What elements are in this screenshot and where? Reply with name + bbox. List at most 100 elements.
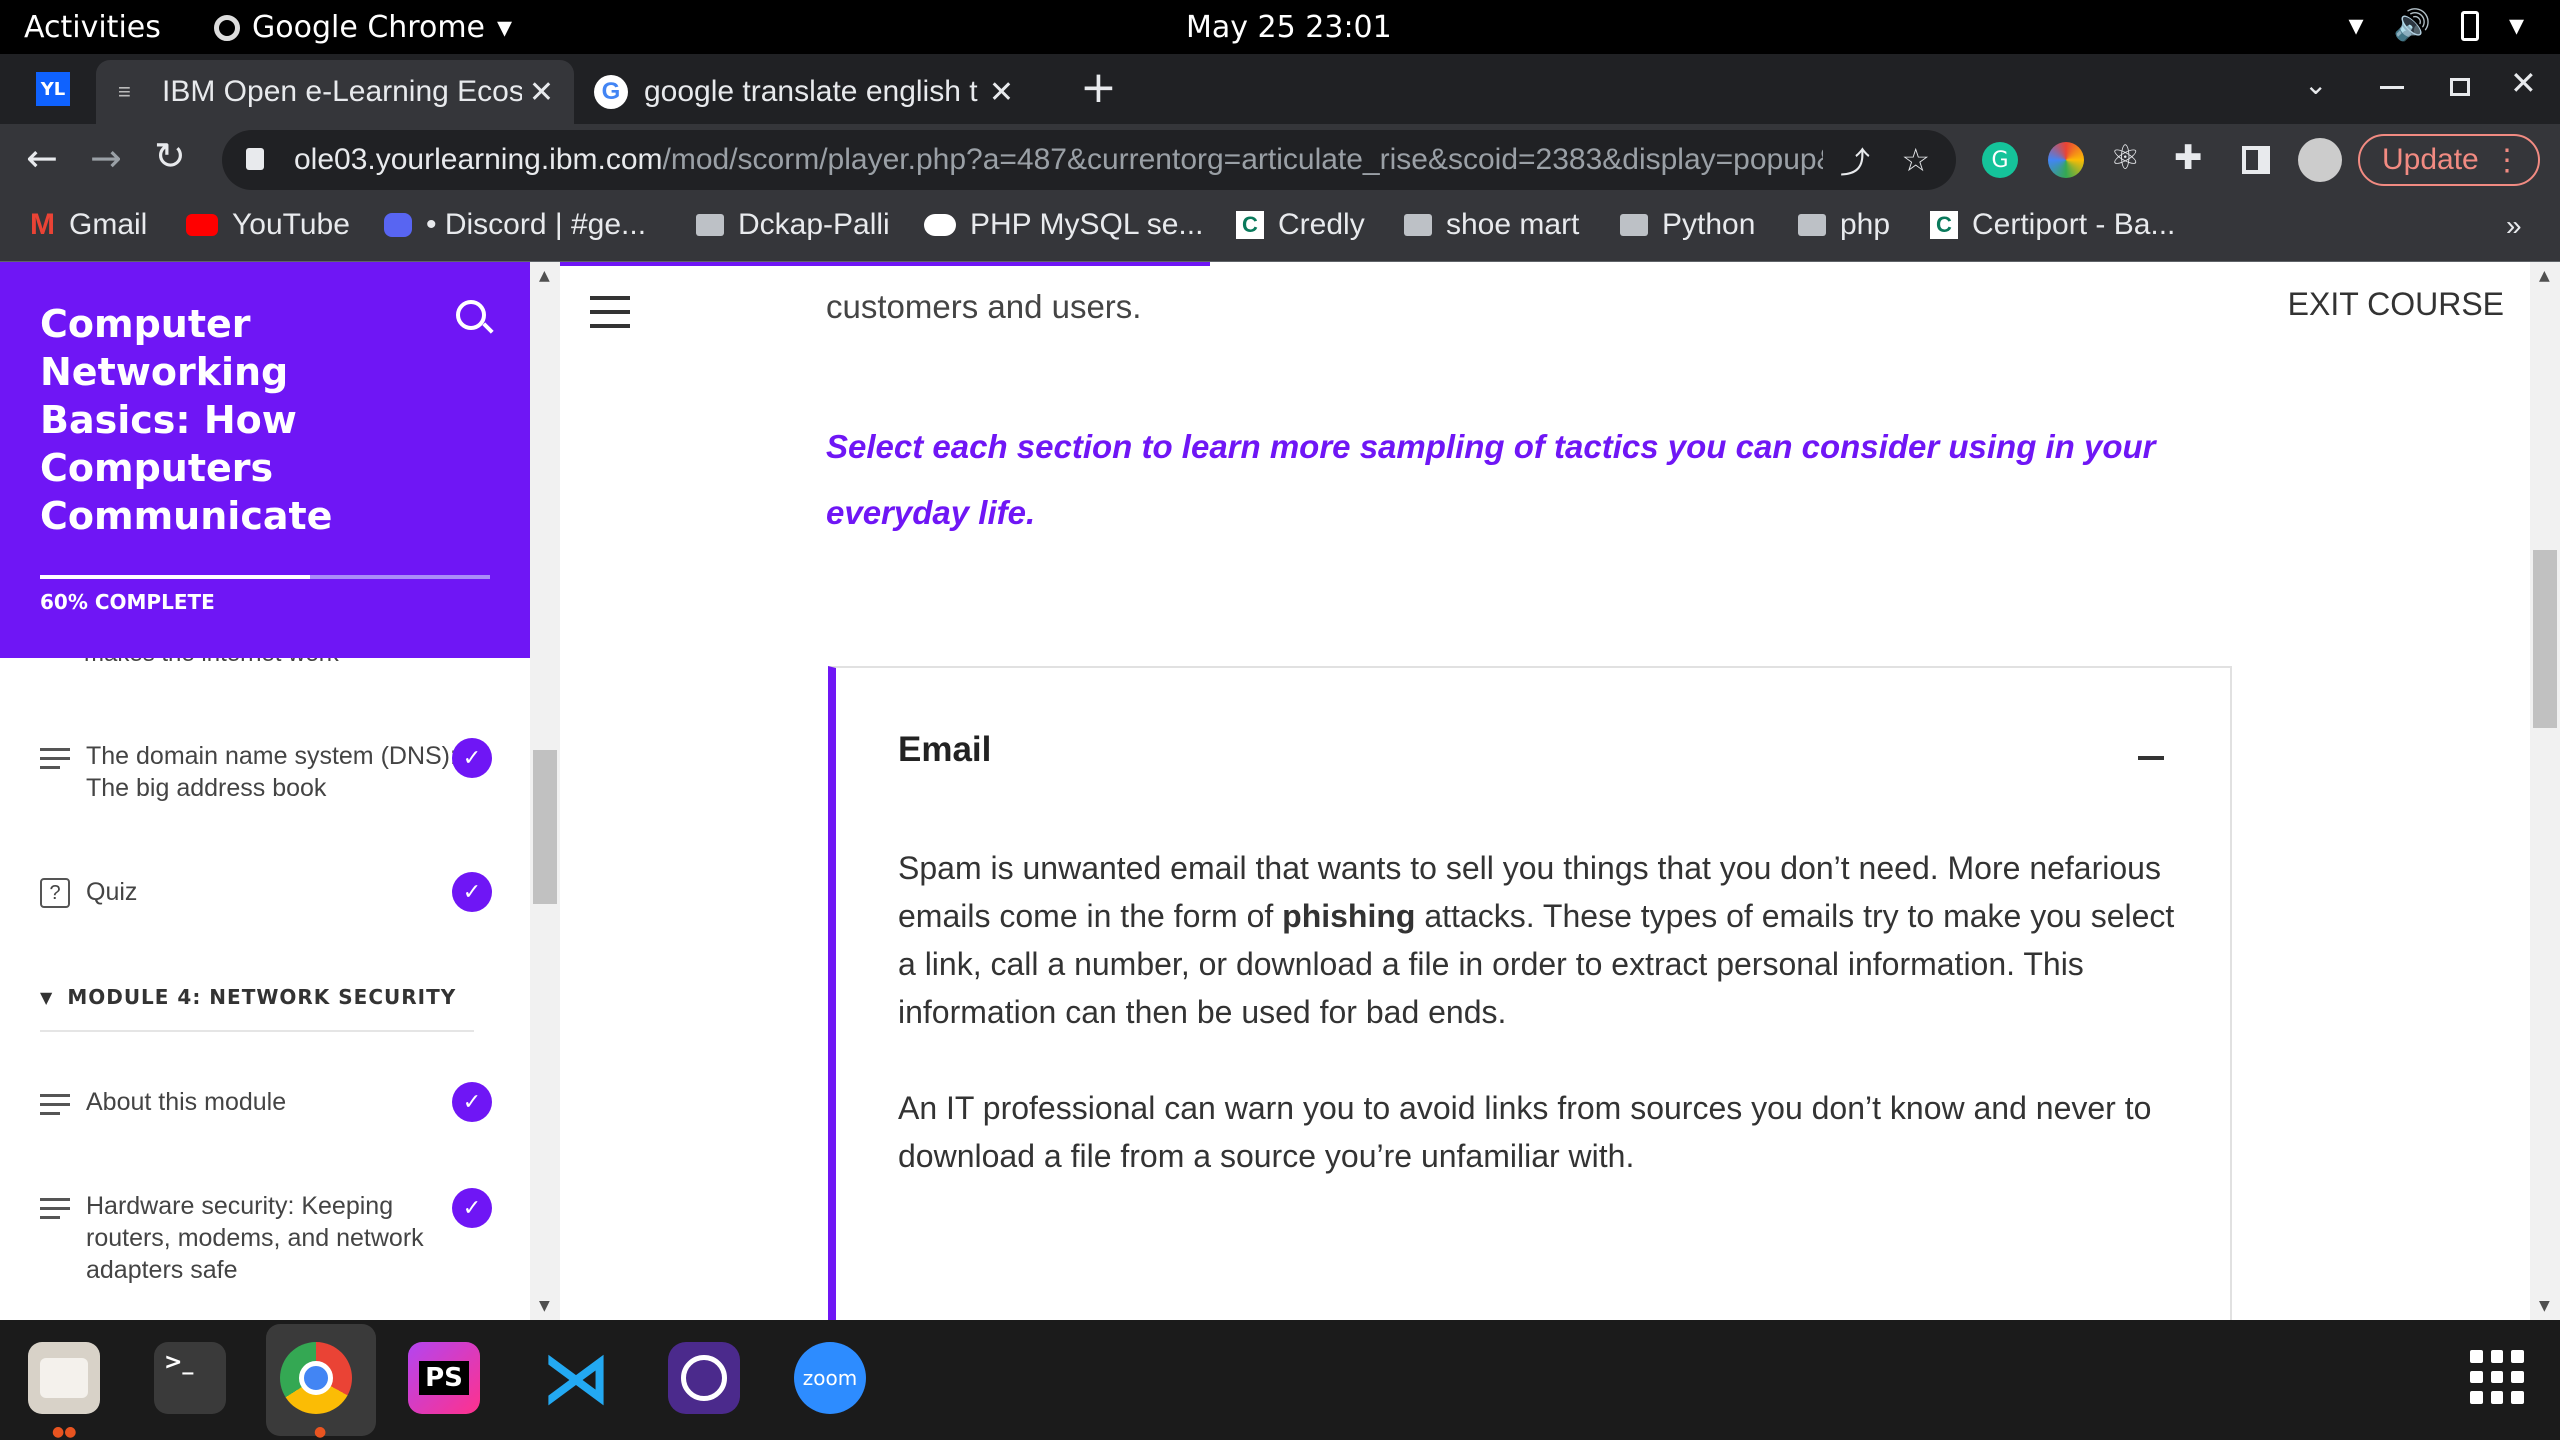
bookmark-python[interactable]: Python: [1620, 208, 1755, 242]
youtube-icon: [186, 214, 218, 236]
side-panel-icon[interactable]: [2242, 146, 2270, 174]
app-menu[interactable]: Google Chrome ▾: [214, 10, 512, 45]
activities-button[interactable]: Activities: [24, 10, 161, 45]
running-indicator: ●: [314, 1424, 327, 1440]
accordion-body: Spam is unwanted email that wants to sel…: [898, 844, 2178, 1228]
scroll-down-icon[interactable]: ▼: [2539, 1298, 2550, 1314]
vscode-icon[interactable]: ⋊: [540, 1337, 612, 1419]
share-icon[interactable]: ⤴: [1840, 138, 1870, 182]
system-tray[interactable]: ▾ 🔊 ▾: [2349, 8, 2524, 43]
lesson-item[interactable]: ? Quiz ✓: [40, 872, 500, 916]
menu-icon[interactable]: [590, 296, 630, 338]
certiport-icon: C: [1930, 211, 1958, 239]
checkmark-icon: ✓: [452, 872, 492, 912]
tab-search-icon[interactable]: ⌄: [2304, 68, 2327, 101]
lesson-label: Hardware security: Keeping routers, mode…: [86, 1192, 424, 1284]
back-icon[interactable]: ←: [26, 136, 58, 180]
bookmark-shoe-mart[interactable]: shoe mart: [1404, 208, 1579, 242]
google-icon: G: [594, 75, 628, 109]
lesson-item[interactable]: The domain name system (DNS): The big ad…: [40, 738, 500, 810]
paragraph: Spam is unwanted email that wants to sel…: [898, 850, 2175, 1030]
lesson-item[interactable]: About this module ✓: [40, 1082, 500, 1126]
color-picker-icon[interactable]: [2048, 142, 2084, 178]
restore-icon[interactable]: [2450, 78, 2470, 96]
new-tab-button[interactable]: +: [1080, 62, 1117, 113]
wifi-icon: ▾: [2348, 8, 2364, 43]
extensions-icon[interactable]: ✚: [2174, 138, 2203, 178]
instruction-text: Select each section to learn more sampli…: [826, 428, 2156, 531]
course-sidebar: makes the internet work The domain name …: [0, 262, 530, 1320]
bookmark-gmail[interactable]: M Gmail: [30, 208, 147, 242]
bookmark-php-mysql[interactable]: PHP MySQL se...: [924, 208, 1203, 242]
lesson-content: EXIT COURSE customers and users. Select …: [560, 262, 2530, 1320]
scrollbar-thumb[interactable]: [2533, 550, 2557, 728]
caret-down-icon: ▼: [40, 987, 54, 1007]
scroll-down-icon[interactable]: ▼: [539, 1298, 550, 1314]
phpstorm-icon[interactable]: PS: [408, 1342, 480, 1414]
progress-label: 60% COMPLETE: [40, 590, 215, 614]
accordion-title[interactable]: Email: [898, 730, 991, 770]
close-tab-icon[interactable]: ✕: [989, 75, 1014, 110]
bookmark-certiport[interactable]: C Certiport - Ba...: [1930, 208, 2175, 242]
close-tab-icon[interactable]: ✕: [529, 75, 554, 110]
bookmark-dckap-palli[interactable]: Dckap-Palli: [696, 208, 890, 242]
bookmark-credly[interactable]: C Credly: [1236, 208, 1365, 242]
ibm-icon: ≡: [118, 79, 131, 104]
scroll-up-icon[interactable]: ▲: [539, 268, 550, 284]
folder-icon: [1404, 214, 1432, 236]
web-page: makes the internet work The domain name …: [0, 262, 2560, 1320]
lesson-label: About this module: [86, 1088, 287, 1116]
bookmark-star-icon[interactable]: ☆: [1901, 141, 1930, 179]
credly-icon: C: [1236, 211, 1264, 239]
scrollbar-thumb[interactable]: [533, 750, 557, 904]
tab-ibm-elearning[interactable]: ≡ IBM Open e-Learning Ecos ✕: [96, 60, 574, 124]
react-devtools-icon[interactable]: ⚛: [2110, 138, 2140, 178]
bookmark-php[interactable]: php: [1798, 208, 1890, 242]
progress-fill: [40, 575, 310, 579]
bookmarks-overflow-button[interactable]: »: [2506, 210, 2522, 242]
avatar[interactable]: [2298, 138, 2342, 182]
module-header[interactable]: ▼ MODULE 4: NETWORK SECURITY: [40, 985, 456, 1009]
divider: [40, 1030, 474, 1032]
terminal-icon[interactable]: >_: [154, 1342, 226, 1414]
search-icon[interactable]: [456, 300, 486, 330]
progress-bar: [40, 575, 490, 579]
screenshot-icon[interactable]: [668, 1342, 740, 1414]
checkmark-icon: ✓: [452, 1188, 492, 1228]
battery-icon: [2460, 10, 2479, 41]
accordion-email: Email Spam is unwanted email that wants …: [828, 666, 2232, 1320]
checkmark-icon: ✓: [452, 1082, 492, 1122]
close-window-icon[interactable]: ✕: [2510, 64, 2537, 102]
reload-icon[interactable]: ↻: [154, 134, 186, 178]
forward-icon[interactable]: →: [90, 136, 122, 180]
update-button[interactable]: Update ⋮: [2358, 134, 2540, 186]
grammarly-icon[interactable]: G: [1982, 142, 2018, 178]
lines-icon: [40, 748, 70, 772]
files-icon[interactable]: [28, 1342, 100, 1414]
zoom-icon[interactable]: zoom: [794, 1342, 866, 1414]
chrome-icon[interactable]: [280, 1342, 352, 1414]
bookmark-discord[interactable]: • Discord | #ge...: [384, 208, 646, 242]
exit-course-button[interactable]: EXIT COURSE: [2288, 286, 2504, 323]
lock-icon: [246, 148, 264, 170]
scroll-up-icon[interactable]: ▲: [2539, 268, 2550, 284]
folder-icon: [696, 214, 724, 236]
minimize-icon[interactable]: [2380, 86, 2404, 89]
intro-text: customers and users.: [826, 288, 1142, 325]
medium-icon: [924, 214, 956, 236]
lesson-item[interactable]: Hardware security: Keeping routers, mode…: [40, 1188, 500, 1290]
collapse-icon[interactable]: [2138, 756, 2164, 760]
dock: ●● >_ ● PS ⋊ zoom: [0, 1320, 2560, 1440]
course-title: Computer Networking Basics: How Computer…: [40, 302, 333, 538]
clock[interactable]: May 25 23:01: [1186, 10, 1392, 45]
page-scrollbar[interactable]: ▲ ▼: [2530, 262, 2560, 1320]
gmail-icon: M: [30, 208, 55, 241]
tab-google-translate[interactable]: G google translate english t ✕: [580, 60, 1050, 124]
course-header: Computer Networking Basics: How Computer…: [0, 262, 530, 658]
url-host: ole03.yourlearning.ibm.com: [294, 143, 663, 176]
lesson-label: The domain name system (DNS): The big ad…: [86, 742, 457, 802]
address-bar[interactable]: ole03.yourlearning.ibm.com/mod/scorm/pla…: [222, 130, 1956, 190]
sidebar-scrollbar[interactable]: ▲ ▼: [530, 262, 560, 1320]
bookmark-youtube[interactable]: YouTube: [186, 208, 350, 242]
app-grid-icon[interactable]: [2470, 1350, 2524, 1404]
